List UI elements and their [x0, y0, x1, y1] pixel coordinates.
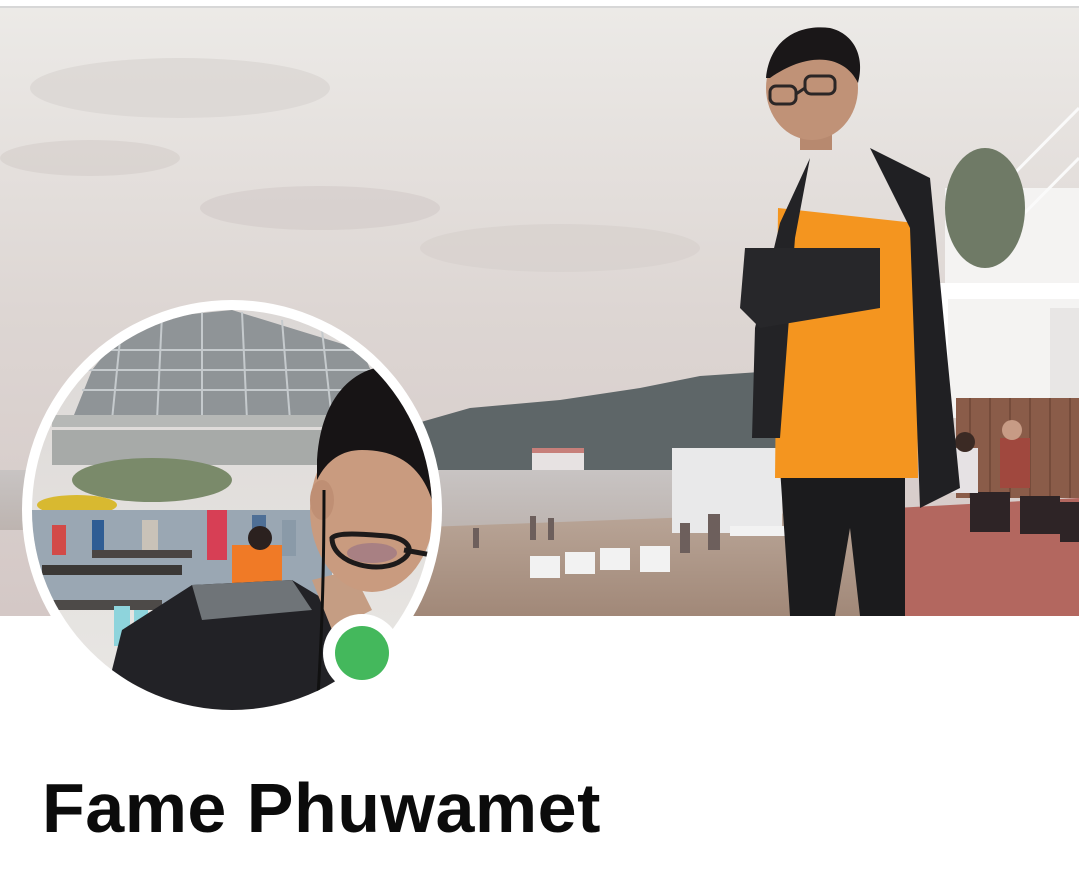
top-divider: [0, 0, 1079, 8]
online-status-badge: [323, 614, 401, 692]
profile-name: Fame Phuwamet: [42, 769, 601, 847]
online-dot-icon: [335, 626, 389, 680]
